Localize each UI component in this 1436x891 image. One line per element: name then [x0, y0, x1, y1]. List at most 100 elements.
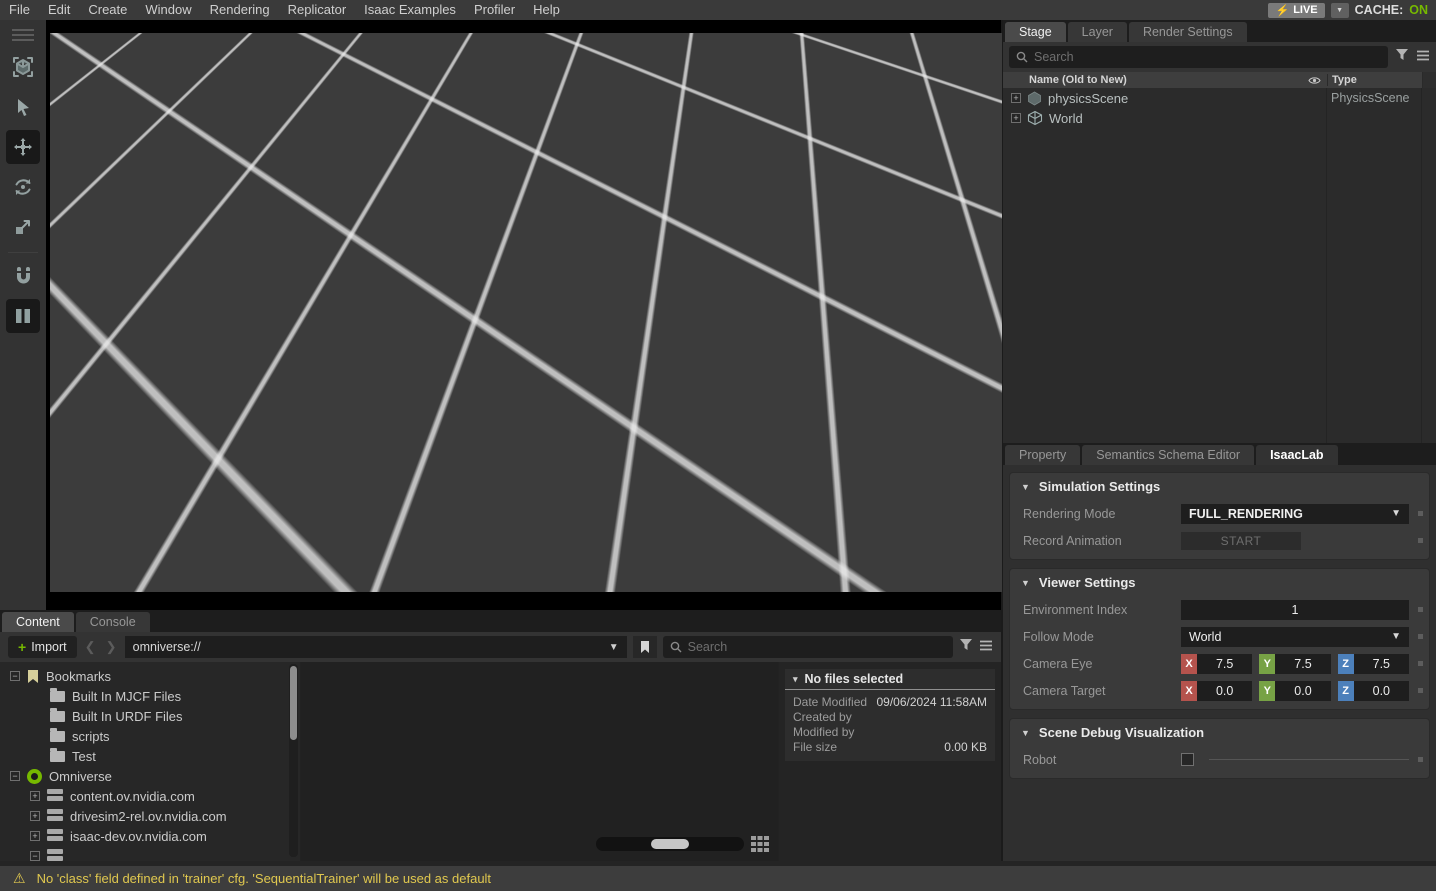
menu-edit[interactable]: Edit — [39, 0, 79, 20]
tree-item-bookmarks[interactable]: − Bookmarks — [0, 666, 300, 686]
live-dropdown-button[interactable]: ▼ — [1331, 3, 1349, 18]
tree-scrollbar-thumb[interactable] — [290, 666, 297, 740]
tree-item-test[interactable]: Test — [0, 746, 300, 766]
rotate-tool-button[interactable] — [6, 170, 40, 204]
renderer-menu-button[interactable]: Renderer — [96, 41, 188, 68]
menu-create[interactable]: Create — [79, 0, 136, 20]
default-indicator-dot[interactable] — [1418, 607, 1423, 612]
pause-simulation-button[interactable] — [6, 299, 40, 333]
tab-layer[interactable]: Layer — [1068, 22, 1127, 42]
menu-isaac-examples[interactable]: Isaac Examples — [355, 0, 465, 20]
menu-file[interactable]: File — [0, 0, 39, 20]
zoom-slider-thumb[interactable] — [651, 839, 689, 849]
simulation-settings-header[interactable]: ▼ Simulation Settings — [1010, 473, 1429, 500]
tree-item-server-content[interactable]: + content.ov.nvidia.com — [0, 786, 300, 806]
environment-index-field[interactable]: 1 — [1181, 600, 1409, 620]
expand-icon[interactable]: + — [30, 831, 40, 841]
expand-icon[interactable]: − — [30, 851, 40, 861]
tab-isaaclab[interactable]: IsaacLab — [1256, 445, 1338, 465]
robot-debug-checkbox[interactable] — [1181, 753, 1194, 766]
scale-tool-button[interactable] — [6, 210, 40, 244]
camera-eye-y-field[interactable]: 7.5 — [1275, 654, 1330, 674]
column-type[interactable]: Type — [1327, 74, 1422, 86]
stage-search-input[interactable] — [1034, 50, 1381, 64]
camera-menu-button[interactable]: Perspective — [234, 41, 344, 68]
camera-target-x-field[interactable]: 0.0 — [1197, 681, 1252, 701]
camera-target-z-field[interactable]: 0.0 — [1354, 681, 1409, 701]
start-record-button[interactable]: START — [1181, 532, 1301, 550]
expand-icon[interactable]: + — [30, 811, 40, 821]
expand-icon[interactable]: + — [1011, 113, 1021, 123]
default-indicator-dot[interactable] — [1418, 538, 1423, 543]
viewer-settings-header[interactable]: ▼ Viewer Settings — [1010, 569, 1429, 596]
rail-drag-handle[interactable] — [12, 26, 34, 44]
path-bar[interactable]: ▼ — [125, 636, 627, 658]
content-options-button[interactable] — [979, 638, 993, 656]
tree-item-server-partial[interactable]: − — [0, 846, 300, 861]
snap-tool-button[interactable] — [6, 259, 40, 293]
menu-help[interactable]: Help — [524, 0, 569, 20]
default-indicator-dot[interactable] — [1418, 688, 1423, 693]
menu-rendering[interactable]: Rendering — [201, 0, 279, 20]
scene-debug-header[interactable]: ▼ Scene Debug Visualization — [1010, 719, 1429, 746]
tree-label: scripts — [72, 729, 110, 744]
rendering-mode-dropdown[interactable]: FULL_RENDERING ▼ — [1181, 504, 1409, 524]
select-tool-button[interactable] — [6, 90, 40, 124]
tree-item-server-drivesim[interactable]: + drivesim2-rel.ov.nvidia.com — [0, 806, 300, 826]
tree-item-omniverse[interactable]: − Omniverse — [0, 766, 300, 786]
tree-item-scripts[interactable]: scripts — [0, 726, 300, 746]
expand-icon[interactable]: + — [30, 791, 40, 801]
menu-profiler[interactable]: Profiler — [465, 0, 524, 20]
stage-filter-button[interactable] — [1395, 48, 1409, 66]
capture-button[interactable]: ((●)) — [346, 41, 382, 68]
chevron-down-icon[interactable]: ▼ — [609, 642, 619, 653]
tree-item-server-isaac[interactable]: + isaac-dev.ov.nvidia.com — [0, 826, 300, 846]
default-indicator-dot[interactable] — [1418, 757, 1423, 762]
default-indicator-dot[interactable] — [1418, 634, 1423, 639]
stage-row-world[interactable]: + World — [1003, 108, 1436, 128]
viewport-scene[interactable]: Renderer Perspective ((●)) Z X Y — [50, 33, 1002, 592]
stage-row-physicsscene[interactable]: + physicsScene PhysicsScene — [1003, 88, 1436, 108]
camera-target-y-field[interactable]: 0.0 — [1275, 681, 1330, 701]
collapse-icon[interactable]: − — [10, 771, 20, 781]
content-filter-button[interactable] — [959, 638, 973, 656]
stage-column-header[interactable]: Name (Old to New) Type — [1003, 72, 1436, 88]
files-grid-area[interactable] — [301, 662, 778, 861]
tab-property[interactable]: Property — [1005, 445, 1080, 465]
import-button[interactable]: + Import — [8, 636, 77, 658]
back-button[interactable]: ❮ — [83, 639, 98, 655]
camera-eye-x-field[interactable]: 7.5 — [1197, 654, 1252, 674]
tree-item-mjcf[interactable]: Built In MJCF Files — [0, 686, 300, 706]
bounds-mode-button[interactable] — [6, 50, 40, 84]
tab-content[interactable]: Content — [2, 612, 74, 632]
tab-render-settings[interactable]: Render Settings — [1129, 22, 1247, 42]
content-search-input[interactable] — [688, 640, 946, 654]
thumbnail-zoom-slider[interactable] — [596, 837, 744, 851]
menu-window[interactable]: Window — [136, 0, 200, 20]
content-search[interactable] — [663, 636, 953, 658]
visibility-menu-button[interactable] — [194, 41, 228, 68]
menu-replicator[interactable]: Replicator — [279, 0, 356, 20]
tab-stage[interactable]: Stage — [1005, 22, 1066, 42]
column-name[interactable]: Name (Old to New) — [1003, 74, 1301, 86]
viewport-settings-button[interactable] — [56, 41, 90, 68]
live-button[interactable]: ⚡ LIVE — [1268, 3, 1324, 18]
forward-button[interactable]: ❯ — [104, 639, 119, 655]
stage-search[interactable] — [1009, 46, 1388, 68]
tab-semantics-schema-editor[interactable]: Semantics Schema Editor — [1082, 445, 1254, 465]
camera-eye-z-field[interactable]: 7.5 — [1354, 654, 1409, 674]
viewport[interactable]: Renderer Perspective ((●)) Z X Y — [46, 20, 1003, 610]
default-indicator-dot[interactable] — [1418, 511, 1423, 516]
default-indicator-dot[interactable] — [1418, 661, 1423, 666]
tab-console[interactable]: Console — [76, 612, 150, 632]
collapse-icon[interactable]: − — [10, 671, 20, 681]
stage-options-button[interactable] — [1416, 48, 1430, 66]
bookmark-path-button[interactable] — [633, 636, 657, 658]
path-input[interactable] — [133, 640, 609, 654]
move-tool-button[interactable] — [6, 130, 40, 164]
expand-icon[interactable]: + — [1011, 93, 1021, 103]
follow-mode-dropdown[interactable]: World ▼ — [1181, 627, 1409, 647]
grid-view-button[interactable] — [750, 835, 770, 853]
selection-summary[interactable]: ▾ No files selected — [785, 669, 995, 690]
tree-item-urdf[interactable]: Built In URDF Files — [0, 706, 300, 726]
